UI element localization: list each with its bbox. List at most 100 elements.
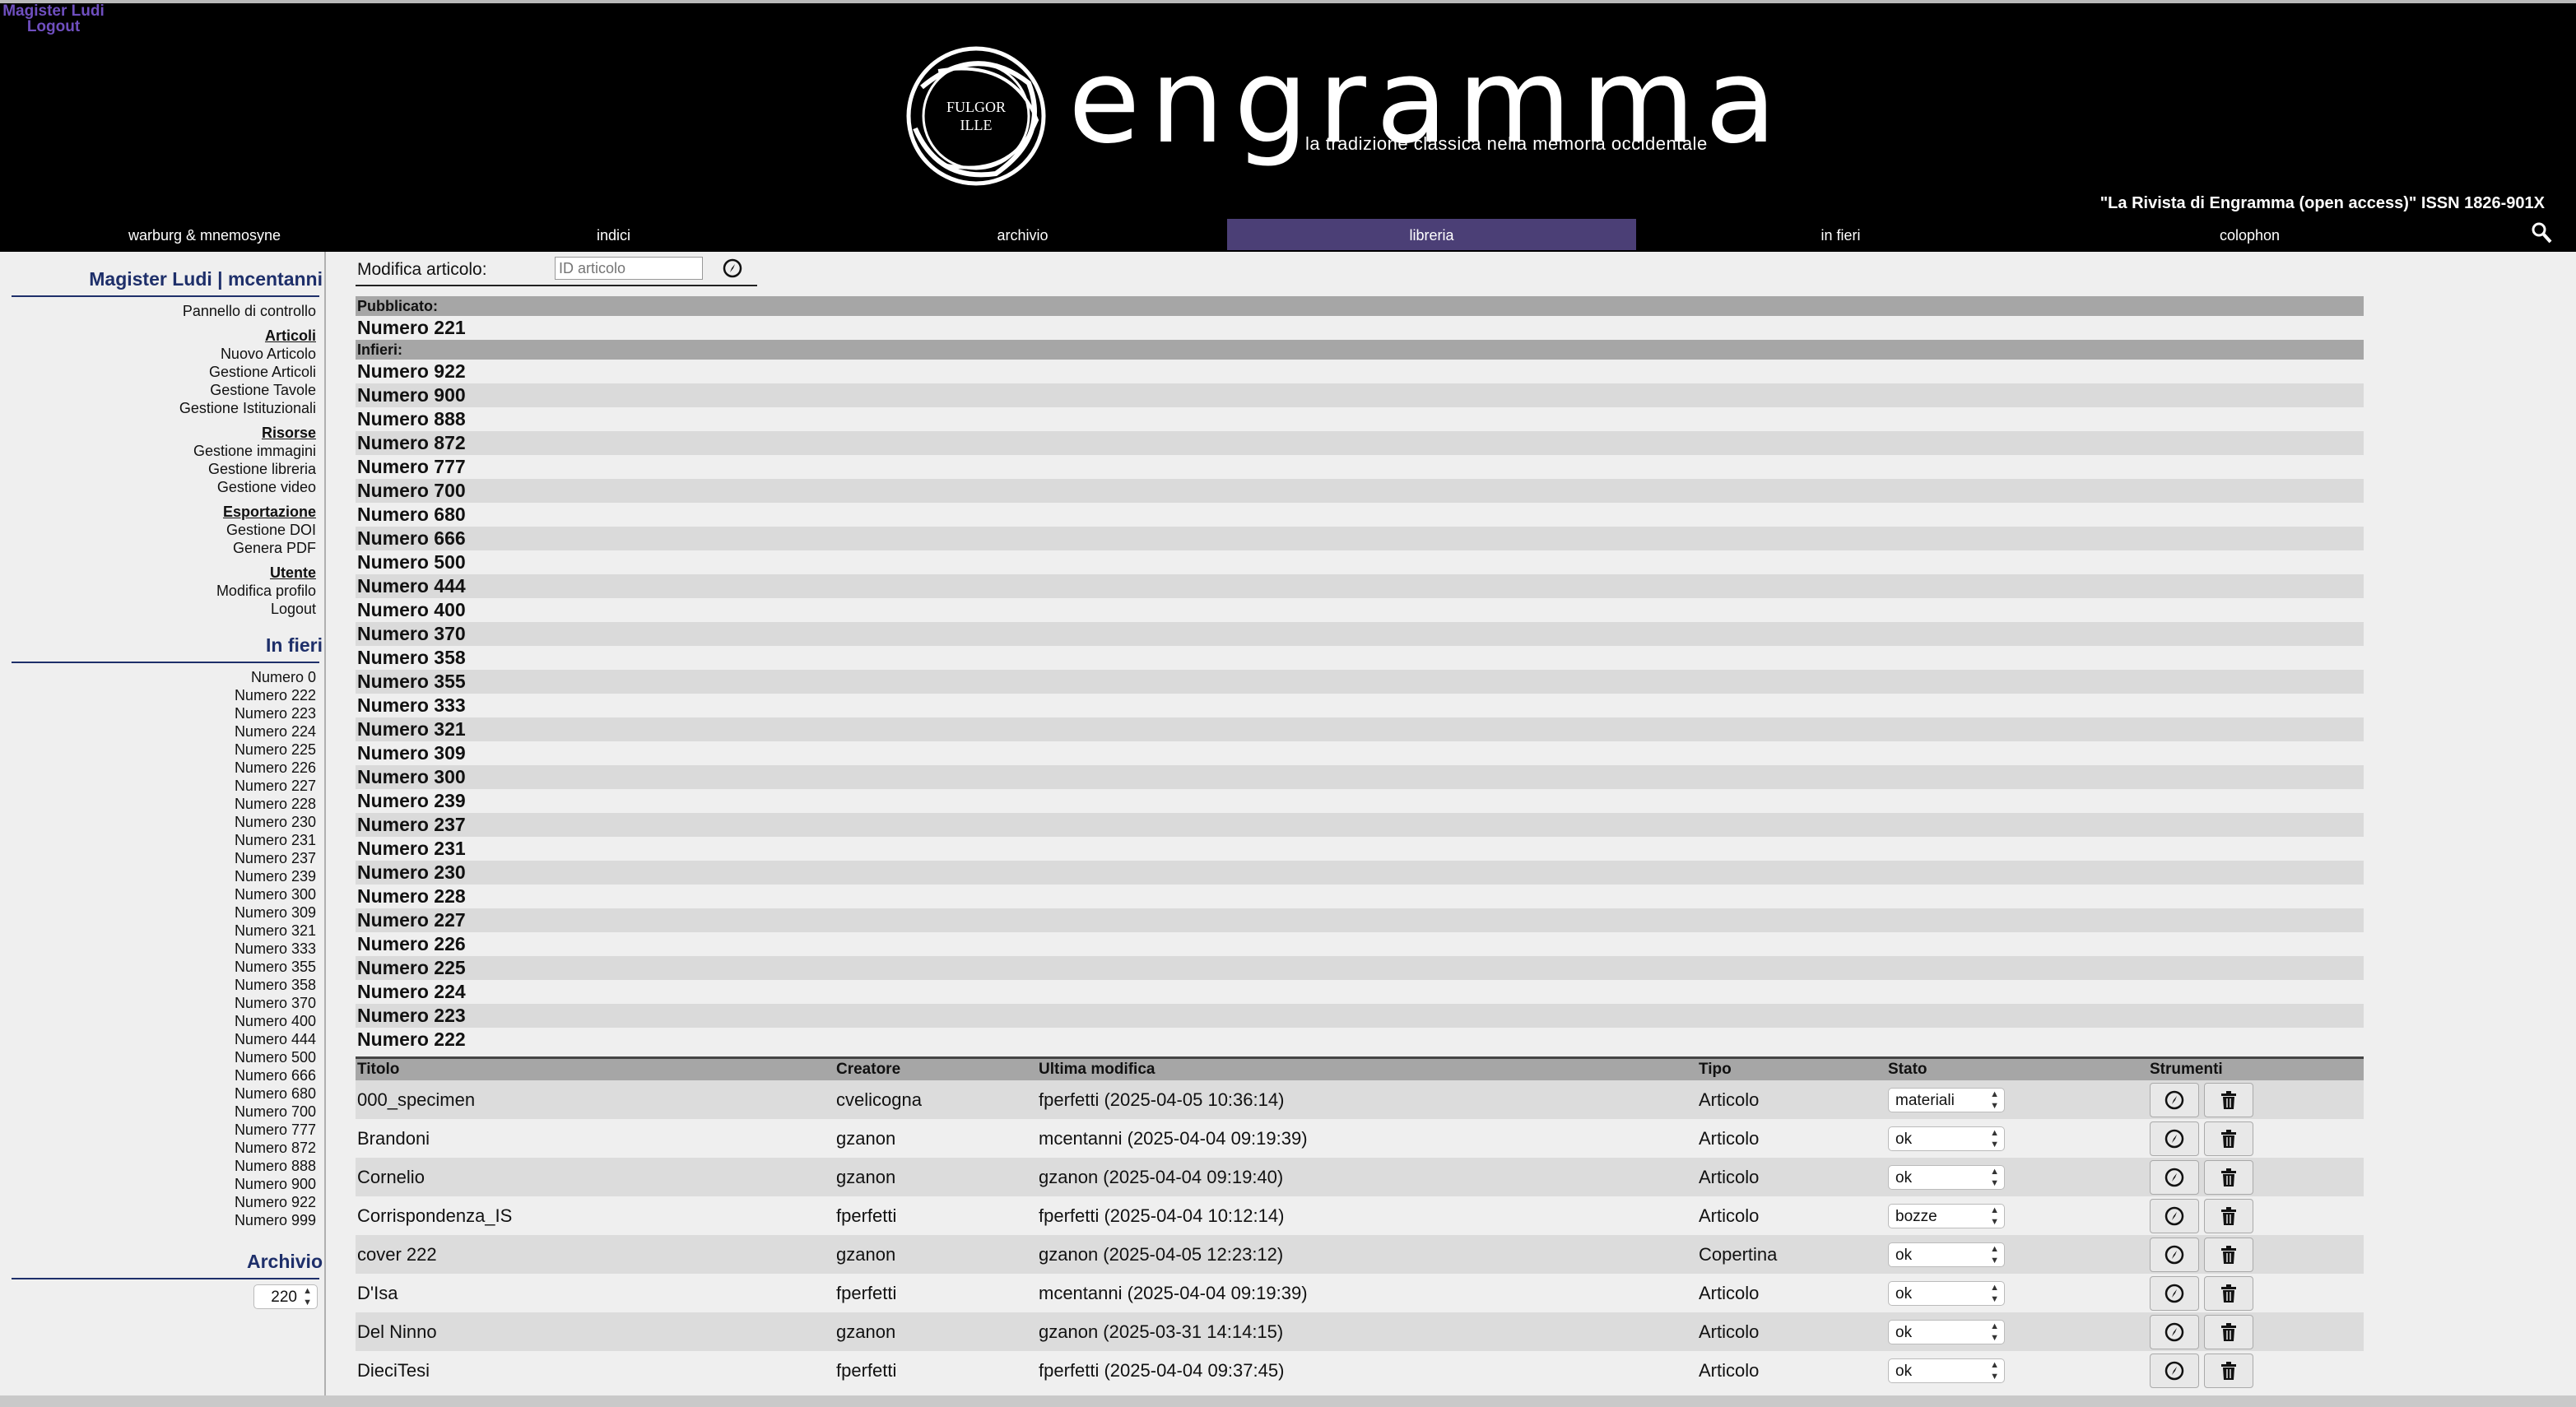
sidebar-link[interactable]: Gestione immagini [0, 442, 324, 460]
nav-indici[interactable]: indici [409, 219, 818, 250]
edit-article-button[interactable] [2150, 1198, 2199, 1233]
article-title[interactable]: cover 222 [356, 1235, 835, 1274]
site-title[interactable]: engramma [1068, 20, 1787, 184]
sidebar-link[interactable]: Gestione DOI [0, 521, 324, 539]
infieri-issue-row[interactable]: Numero 680 [356, 503, 2364, 527]
delete-article-button[interactable] [2204, 1275, 2253, 1311]
edit-article-button[interactable] [2150, 1275, 2199, 1311]
archivio-select[interactable]: 220 ▲ ▼ [253, 1284, 318, 1309]
sidebar-issue-link[interactable]: Numero 237 [0, 849, 324, 867]
edit-article-button[interactable] [2150, 1237, 2199, 1272]
sidebar-issue-link[interactable]: Numero 500 [0, 1048, 324, 1066]
nav-warburg[interactable]: warburg & mnemosyne [0, 219, 409, 250]
nav-archivio[interactable]: archivio [818, 219, 1227, 250]
sidebar-issue-link[interactable]: Numero 922 [0, 1193, 324, 1211]
sidebar-issue-link[interactable]: Numero 444 [0, 1030, 324, 1048]
sidebar-issue-link[interactable]: Numero 680 [0, 1084, 324, 1103]
edit-article-button[interactable] [2150, 1159, 2199, 1195]
sidebar-link[interactable]: Gestione Istituzionali [0, 399, 324, 417]
delete-article-button[interactable] [2204, 1353, 2253, 1388]
infieri-issue-row[interactable]: Numero 226 [356, 932, 2364, 956]
infieri-issue-row[interactable]: Numero 222 [356, 1028, 2364, 1052]
nav-colophon[interactable]: colophon [2045, 219, 2454, 250]
sidebar-link[interactable]: Modifica profilo [0, 582, 324, 600]
sidebar-issue-link[interactable]: Numero 900 [0, 1175, 324, 1193]
infieri-issue-row[interactable]: Numero 227 [356, 908, 2364, 932]
user-link-logout[interactable]: Logout [0, 19, 107, 35]
infieri-issue-row[interactable]: Numero 224 [356, 980, 2364, 1004]
sidebar-issue-link[interactable]: Numero 239 [0, 867, 324, 885]
infieri-issue-row[interactable]: Numero 225 [356, 956, 2364, 980]
infieri-issue-row[interactable]: Numero 358 [356, 646, 2364, 670]
status-select[interactable]: ok ▲ ▼ [1888, 1319, 2005, 1344]
sidebar-issue-link[interactable]: Numero 355 [0, 958, 324, 976]
sidebar-link[interactable]: Logout [0, 600, 324, 618]
sidebar-issue-link[interactable]: Numero 333 [0, 940, 324, 958]
article-title[interactable]: Corrispondenza_IS [356, 1196, 835, 1235]
delete-article-button[interactable] [2204, 1237, 2253, 1272]
status-select[interactable]: ok ▲ ▼ [1888, 1164, 2005, 1190]
nav-libreria[interactable]: libreria [1227, 219, 1636, 250]
sidebar-issue-link[interactable]: Numero 0 [0, 668, 324, 686]
article-title[interactable]: Cornelio [356, 1158, 835, 1196]
sidebar-issue-link[interactable]: Numero 230 [0, 813, 324, 831]
sidebar-issue-link[interactable]: Numero 358 [0, 976, 324, 994]
infieri-issue-row[interactable]: Numero 300 [356, 765, 2364, 789]
sidebar-issue-link[interactable]: Numero 872 [0, 1139, 324, 1157]
infieri-issue-row[interactable]: Numero 666 [356, 527, 2364, 550]
infieri-issue-row[interactable]: Numero 872 [356, 431, 2364, 455]
sidebar-issue-link[interactable]: Numero 370 [0, 994, 324, 1012]
infieri-issue-row[interactable]: Numero 400 [356, 598, 2364, 622]
edit-article-button[interactable] [2150, 1121, 2199, 1156]
infieri-issue-row[interactable]: Numero 444 [356, 574, 2364, 598]
search-icon[interactable] [2530, 221, 2553, 245]
status-select[interactable]: ok ▲ ▼ [1888, 1242, 2005, 1267]
article-title[interactable]: Del Ninno [356, 1312, 835, 1351]
delete-article-button[interactable] [2204, 1159, 2253, 1195]
sidebar-control-panel[interactable]: Pannello di controllo [0, 302, 324, 320]
delete-article-button[interactable] [2204, 1082, 2253, 1117]
sidebar-issue-link[interactable]: Numero 777 [0, 1121, 324, 1139]
infieri-issue-row[interactable]: Numero 900 [356, 383, 2364, 407]
sidebar-issue-link[interactable]: Numero 300 [0, 885, 324, 903]
infieri-issue-row[interactable]: Numero 230 [356, 861, 2364, 885]
infieri-issue-row[interactable]: Numero 231 [356, 837, 2364, 861]
delete-article-button[interactable] [2204, 1198, 2253, 1233]
infieri-issue-row[interactable]: Numero 370 [356, 622, 2364, 646]
sidebar-link[interactable]: Gestione Articoli [0, 363, 324, 381]
status-select[interactable]: ok ▲ ▼ [1888, 1280, 2005, 1306]
sidebar-issue-link[interactable]: Numero 321 [0, 922, 324, 940]
sidebar-issue-link[interactable]: Numero 228 [0, 795, 324, 813]
status-select[interactable]: ok ▲ ▼ [1888, 1358, 2005, 1383]
article-title[interactable]: DieciTesi [356, 1351, 835, 1390]
compass-go-icon[interactable] [723, 258, 742, 278]
sidebar-issue-link[interactable]: Numero 227 [0, 777, 324, 795]
sidebar-issue-link[interactable]: Numero 231 [0, 831, 324, 849]
infieri-issue-row[interactable]: Numero 922 [356, 360, 2364, 383]
edit-article-button[interactable] [2150, 1082, 2199, 1117]
sidebar-link[interactable]: Gestione libreria [0, 460, 324, 478]
sidebar-link[interactable]: Nuovo Articolo [0, 345, 324, 363]
sidebar-issue-link[interactable]: Numero 888 [0, 1157, 324, 1175]
infieri-issue-row[interactable]: Numero 239 [356, 789, 2364, 813]
article-title[interactable]: D'Isa [356, 1274, 835, 1312]
sidebar-issue-link[interactable]: Numero 224 [0, 722, 324, 741]
infieri-issue-row[interactable]: Numero 700 [356, 479, 2364, 503]
infieri-issue-row[interactable]: Numero 355 [356, 670, 2364, 694]
sidebar-link[interactable]: Gestione video [0, 478, 324, 496]
infieri-issue-row[interactable]: Numero 321 [356, 717, 2364, 741]
user-link-name[interactable]: Magister Ludi [0, 3, 107, 19]
sidebar-issue-link[interactable]: Numero 225 [0, 741, 324, 759]
edit-article-button[interactable] [2150, 1314, 2199, 1349]
infieri-issue-row[interactable]: Numero 777 [356, 455, 2364, 479]
sidebar-link[interactable]: Genera PDF [0, 539, 324, 557]
infieri-issue-row[interactable]: Numero 333 [356, 694, 2364, 717]
sidebar-issue-link[interactable]: Numero 400 [0, 1012, 324, 1030]
sidebar-link[interactable]: Gestione Tavole [0, 381, 324, 399]
sidebar-issue-link[interactable]: Numero 223 [0, 704, 324, 722]
sidebar-issue-link[interactable]: Numero 309 [0, 903, 324, 922]
article-id-input[interactable] [555, 257, 703, 280]
edit-article-button[interactable] [2150, 1353, 2199, 1388]
sidebar-issue-link[interactable]: Numero 222 [0, 686, 324, 704]
status-select[interactable]: materiali ▲ ▼ [1888, 1087, 2005, 1112]
